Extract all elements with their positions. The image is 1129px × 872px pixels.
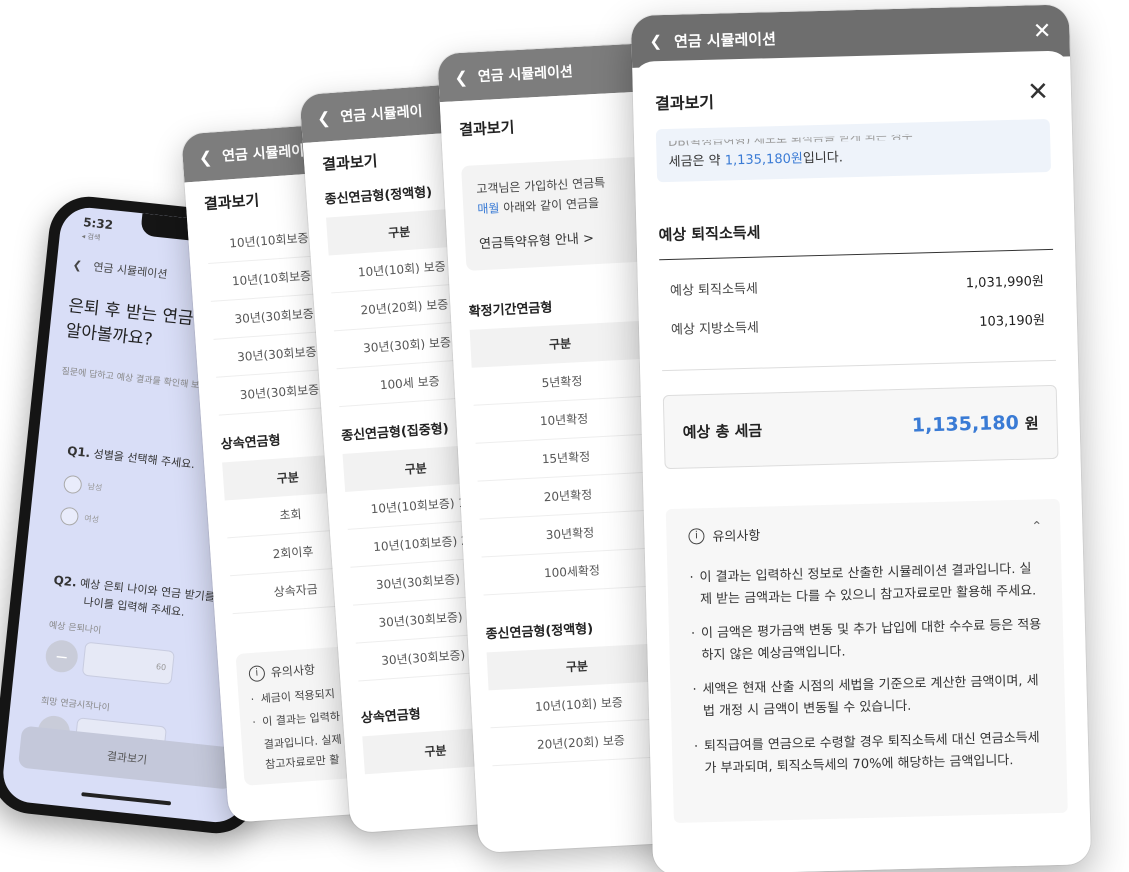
- tax-label: 예상 지방소득세: [670, 320, 760, 338]
- notice-item: 퇴직급여를 연금으로 수령할 경우 퇴직소득세 대신 연금소득세가 부과되며, …: [694, 727, 1049, 780]
- radio-circle[interactable]: [62, 474, 83, 495]
- section-title: 예상 퇴직소득세: [658, 213, 1054, 261]
- q1-text: 성별을 선택해 주세요.: [92, 447, 196, 472]
- total-tax-label: 예상 총 세금: [682, 421, 763, 442]
- close-icon[interactable]: ✕: [1033, 18, 1052, 43]
- radio-female-label: 여성: [83, 513, 100, 524]
- tax-row-local: 예상 지방소득세 103,190원: [661, 309, 1055, 338]
- info-icon: i: [688, 527, 705, 545]
- result-title: 결과보기: [654, 92, 715, 114]
- phone-nav-title: 연금 시뮬레이션: [92, 260, 168, 282]
- total-tax-unit: 원: [1024, 413, 1039, 433]
- pension-age-label: 희망 연금시작나이: [40, 696, 111, 714]
- q1-number: Q1.: [66, 443, 91, 461]
- question-1: Q1. 성별을 선택해 주세요.: [66, 443, 196, 472]
- radio-female[interactable]: 여성: [59, 506, 100, 528]
- home-indicator: [81, 792, 172, 806]
- back-icon[interactable]: ❮: [454, 67, 468, 87]
- notice-title: 유의사항: [712, 528, 761, 545]
- summary-cut-text: DB(확정급여형) 제도로 퇴직금을 받게 되는 경우: [668, 131, 913, 147]
- result-sheet: 결과보기 ✕ DB(확정급여형) 제도로 퇴직금을 받게 되는 경우 세금은 약…: [632, 50, 1092, 872]
- tax-value: 103,190원: [979, 313, 1046, 330]
- result-sheet-header: 결과보기 ✕: [654, 77, 1050, 117]
- phone-nav: ❮ 연금 시뮬레이션: [72, 256, 168, 282]
- summary-suffix: 입니다.: [802, 150, 844, 167]
- main-app-title: 연금 시뮬레이션: [673, 29, 777, 51]
- status-time: 5:32: [82, 215, 114, 233]
- card1-title: 연금 시뮬레이: [221, 143, 305, 165]
- card3-intro-highlight: 매월: [477, 201, 500, 217]
- card3-section-2: 종신연금형(정액형): [485, 621, 594, 643]
- summary-cut: DB(확정급여형) 제도로 퇴직금을 받게 되는 경우: [668, 131, 1038, 147]
- total-tax-box: 예상 총 세금 1,135,180 원: [662, 384, 1059, 470]
- radio-male[interactable]: 남성: [62, 474, 103, 497]
- retire-age-label: 예상 은퇴나이: [48, 620, 102, 637]
- card3-result-title: 결과보기: [458, 118, 515, 140]
- card3-section-1: 확정기간연금형: [468, 300, 553, 320]
- notice-header[interactable]: i 유의사항 ⌃: [688, 517, 1043, 545]
- main-result-card: ❮ 연금 시뮬레이션 ✕ 결과보기 ✕ DB(확정급여형) 제도로 퇴직금을 받…: [630, 4, 1092, 872]
- radio-male-label: 남성: [87, 481, 103, 493]
- divider: [662, 359, 1056, 372]
- notice-item: 세액은 현재 산출 시점의 세법을 기준으로 계산한 금액이며, 세법 개정 시…: [692, 671, 1047, 724]
- tax-label: 예상 퇴직소득세: [669, 281, 759, 299]
- tax-value: 1,031,990원: [965, 274, 1045, 292]
- notice-item: 이 결과는 입력하신 정보로 산출한 시뮬레이션 결과입니다. 실제 받는 금액…: [689, 558, 1044, 611]
- info-icon: i: [248, 664, 266, 682]
- table-row: 20년(20회) 보증: [490, 718, 672, 767]
- q2-number: Q2.: [52, 573, 78, 590]
- card3-title: 연금 시뮬레이션: [477, 64, 574, 86]
- summary-box: DB(확정급여형) 제도로 퇴직금을 받게 되는 경우 세금은 약 1,135,…: [655, 118, 1052, 183]
- back-icon[interactable]: ❮: [649, 32, 662, 50]
- pension-type-link[interactable]: 연금특약유형 안내 >: [479, 226, 631, 256]
- close-icon[interactable]: ✕: [1027, 77, 1050, 108]
- card3-intro-box: 고객님은 가입하신 연금특 매월 아래와 같이 연금을 연금특약유형 안내 >: [461, 156, 646, 271]
- card1-notice-title: 유의사항: [270, 662, 316, 680]
- notice-box: i 유의사항 ⌃ 이 결과는 입력하신 정보로 산출한 시뮬레이션 결과입니다.…: [665, 498, 1068, 823]
- total-tax-value: 1,135,180: [911, 411, 1020, 437]
- card3-intro-rest: 아래와 같이 연금을: [499, 196, 600, 216]
- back-icon[interactable]: ❮: [198, 147, 213, 167]
- notice-item: 이 금액은 평가금액 변동 및 추가 납입에 대한 수수료 등은 적용하지 않은…: [691, 614, 1046, 667]
- status-carrier: ◂ 검색: [81, 232, 101, 243]
- summary-amount: 1,135,180원: [724, 151, 804, 169]
- summary-prefix: 세금은 약: [668, 153, 725, 170]
- radio-circle[interactable]: [59, 506, 80, 527]
- retire-age-input[interactable]: 60: [81, 641, 175, 685]
- retire-age-stepper[interactable]: − 60: [44, 638, 175, 685]
- chevron-up-icon[interactable]: ⌃: [1031, 519, 1042, 534]
- card2-title: 연금 시뮬레이: [339, 103, 423, 126]
- table-row: 100세확정: [481, 548, 663, 596]
- tax-row-retirement: 예상 퇴직소득세 1,031,990원: [660, 270, 1054, 299]
- back-icon[interactable]: ❮: [316, 108, 331, 128]
- back-icon[interactable]: ❮: [72, 258, 83, 272]
- minus-icon[interactable]: −: [44, 638, 80, 674]
